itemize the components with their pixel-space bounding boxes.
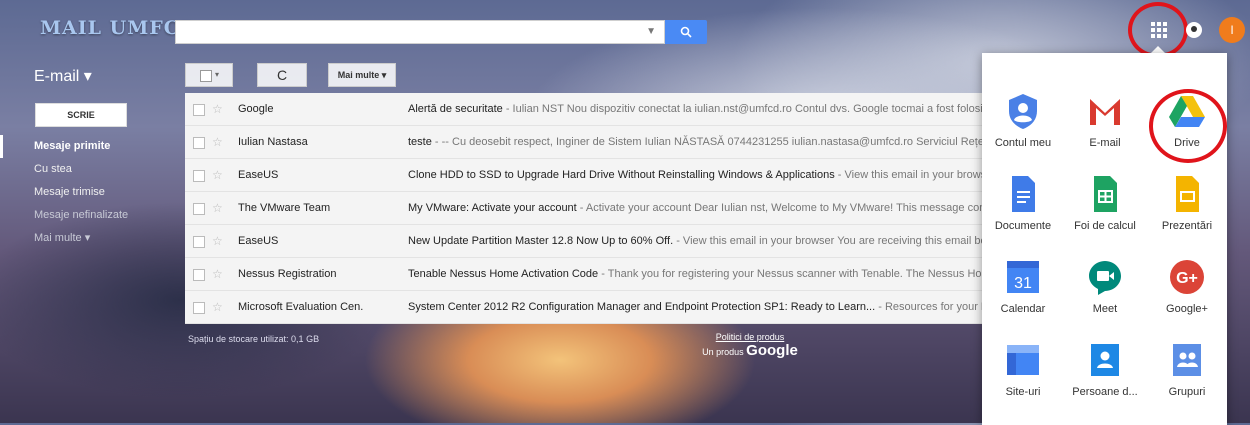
footer-links: Politici de produs Un produs Google: [665, 332, 835, 359]
row-snippet: teste - -- Cu deosebit respect, Inginer …: [408, 126, 985, 158]
star-icon[interactable]: ☆: [212, 258, 223, 290]
sidebar-item-starred[interactable]: Cu stea: [0, 158, 170, 181]
row-sender: EaseUS: [238, 235, 279, 247]
product-by-label: Un produs: [702, 347, 747, 357]
star-icon[interactable]: ☆: [212, 192, 223, 224]
row-snippet: My VMware: Activate your account - Activ…: [408, 192, 985, 224]
row-subject: Alertă de securitate: [408, 103, 503, 115]
sheets-icon: [1085, 174, 1125, 214]
email-menu[interactable]: E-mail ▾: [34, 66, 92, 86]
table-row[interactable]: ☆ Google Alertă de securitate - Iulian NST…: [185, 93, 985, 126]
row-subject: Clone HDD to SSD to Upgrade Hard Drive W…: [408, 169, 835, 181]
select-all-checkbox[interactable]: ▾: [185, 63, 233, 87]
refresh-button[interactable]: C: [257, 63, 307, 87]
app-slides[interactable]: Prezentări: [1146, 174, 1228, 232]
star-icon[interactable]: ☆: [212, 159, 223, 191]
row-preview: - View this email in your browser Y: [837, 169, 985, 181]
message-list: ☆ Google Alertă de securitate - Iulian NST…: [185, 93, 985, 324]
row-sender: Iulian Nastasa: [238, 136, 308, 148]
row-subject: teste: [408, 136, 432, 148]
row-preview: - Thank you for registering your Nessus …: [598, 268, 985, 280]
highlight-circle-drive: [1149, 89, 1227, 163]
search-button[interactable]: [665, 20, 707, 44]
row-subject: My VMware: Activate your account: [408, 202, 577, 214]
star-icon[interactable]: ☆: [212, 126, 223, 158]
mail-logo[interactable]: MAIL UMFCD: [40, 17, 197, 39]
row-preview: - -- Cu deosebit respect, Inginer de Sis…: [431, 136, 985, 148]
calendar-icon: 31: [1003, 257, 1043, 297]
star-icon[interactable]: ☆: [212, 291, 223, 323]
row-sender: Microsoft Evaluation Cen.: [238, 301, 364, 313]
row-preview: - View this email in your browser You ar…: [673, 235, 985, 247]
row-sender: Google: [238, 103, 274, 115]
sidebar-nav: Mesaje primite Cu stea Mesaje trimise Me…: [0, 135, 170, 250]
sidebar-item-inbox[interactable]: Mesaje primite: [0, 135, 170, 158]
meet-icon: [1085, 257, 1125, 297]
row-subject: Tenable Nessus Home Activation Code: [408, 268, 599, 280]
google-wordmark: Google: [746, 342, 798, 359]
more-actions-button[interactable]: Mai multe ▾: [328, 63, 396, 87]
row-subject: System Center 2012 R2 Configuration Mana…: [408, 301, 876, 313]
groups-icon: [1167, 340, 1207, 380]
row-checkbox[interactable]: [193, 203, 205, 215]
policies-link[interactable]: Politici de produs: [665, 332, 835, 342]
sidebar-item-sent[interactable]: Mesaje trimise: [0, 181, 170, 204]
row-checkbox[interactable]: [193, 236, 205, 248]
app-google-plus[interactable]: G+ Google+: [1146, 257, 1228, 315]
google-plus-icon: G+: [1167, 257, 1207, 297]
row-snippet: Alertă de securitate - Iulian NST Nou di…: [408, 93, 985, 125]
contacts-icon: [1085, 340, 1125, 380]
search-input[interactable]: ▼: [175, 20, 665, 44]
table-row[interactable]: ☆ Microsoft Evaluation Cen. System Center …: [185, 291, 985, 324]
row-sender: EaseUS: [238, 169, 279, 181]
docs-icon: [1003, 174, 1043, 214]
app-sheets[interactable]: Foi de calcul: [1064, 174, 1146, 232]
avatar[interactable]: I: [1219, 17, 1245, 43]
search-options-icon[interactable]: ▼: [646, 26, 656, 37]
table-row[interactable]: ☆ Iulian Nastasa teste - -- Cu deosebit re…: [185, 126, 985, 159]
row-subject: New Update Partition Master 12.8 Now Up …: [408, 235, 674, 247]
table-row[interactable]: ☆ The VMware Team My VMware: Activate your…: [185, 192, 985, 225]
row-preview: - Resources for your Micro: [878, 301, 985, 313]
row-preview: - Activate your account Dear Iulian nst,…: [576, 202, 985, 214]
sidebar-item-drafts[interactable]: Mesaje nefinalizate: [0, 204, 170, 227]
search-icon: [680, 26, 692, 38]
row-snippet: Clone HDD to SSD to Upgrade Hard Drive W…: [408, 159, 985, 191]
row-checkbox[interactable]: [193, 269, 205, 281]
sidebar-item-more[interactable]: Mai multe ▾: [0, 227, 170, 250]
svg-text:31: 31: [1014, 275, 1032, 292]
row-checkbox[interactable]: [193, 104, 205, 116]
row-preview: - Iulian NST Nou dispozitiv conectat la …: [502, 103, 985, 115]
app-meet[interactable]: Meet: [1064, 257, 1146, 315]
star-icon[interactable]: ☆: [212, 225, 223, 257]
notifications-icon[interactable]: [1186, 22, 1202, 38]
app-email[interactable]: E-mail: [1064, 91, 1146, 149]
app-account[interactable]: Contul meu: [982, 91, 1064, 149]
app-docs[interactable]: Documente: [982, 174, 1064, 232]
top-bar: MAIL UMFCD ▼ I: [0, 0, 1250, 60]
row-sender: The VMware Team: [238, 202, 331, 214]
row-checkbox[interactable]: [193, 137, 205, 149]
row-snippet: System Center 2012 R2 Configuration Mana…: [408, 291, 985, 323]
row-sender: Nessus Registration: [238, 268, 337, 280]
app-contacts[interactable]: Persoane d...: [1064, 340, 1146, 398]
table-row[interactable]: ☆ EaseUS Clone HDD to SSD to Upgrade Hard …: [185, 159, 985, 192]
row-checkbox[interactable]: [193, 302, 205, 314]
svg-text:G+: G+: [1176, 270, 1198, 287]
row-checkbox[interactable]: [193, 170, 205, 182]
storage-usage: Spațiu de stocare utilizat: 0,1 GB: [188, 334, 320, 344]
table-row[interactable]: ☆ EaseUS New Update Partition Master 12.8 …: [185, 225, 985, 258]
sites-icon: [1003, 340, 1043, 380]
app-sites[interactable]: Site-uri: [982, 340, 1064, 398]
compose-button[interactable]: SCRIE: [35, 103, 127, 127]
app-calendar[interactable]: 31 Calendar: [982, 257, 1064, 315]
app-groups[interactable]: Grupuri: [1146, 340, 1228, 398]
star-icon[interactable]: ☆: [212, 93, 223, 125]
account-icon: [1003, 91, 1043, 131]
table-row[interactable]: ☆ Nessus Registration Tenable Nessus Home …: [185, 258, 985, 291]
slides-icon: [1167, 174, 1207, 214]
row-snippet: Tenable Nessus Home Activation Code - Th…: [408, 258, 985, 290]
gmail-icon: [1085, 91, 1125, 131]
row-snippet: New Update Partition Master 12.8 Now Up …: [408, 225, 985, 257]
